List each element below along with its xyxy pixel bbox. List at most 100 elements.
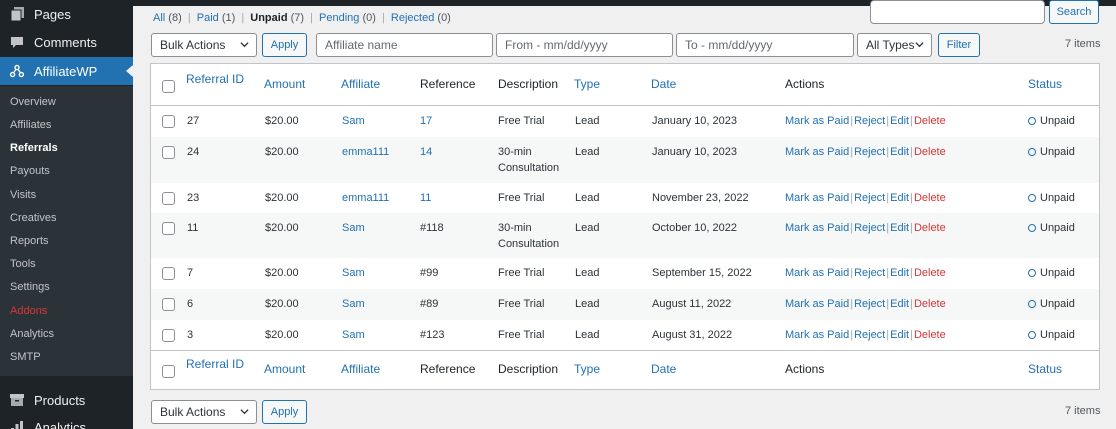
column-amount[interactable]: Amount [264, 77, 305, 91]
affiliate-link[interactable]: emma111 [342, 144, 389, 160]
edit-link[interactable]: Edit [890, 115, 909, 127]
admin-sidebar: Pages Comments AffiliateWP Overview Affi… [0, 0, 133, 429]
column-date[interactable]: Date [651, 362, 676, 376]
row-checkbox[interactable] [162, 146, 175, 159]
column-amount[interactable]: Amount [264, 362, 305, 376]
view-pending-link[interactable]: Pending [319, 12, 359, 24]
mark-as-paid-link[interactable]: Mark as Paid [785, 267, 849, 279]
submenu-item-affiliates[interactable]: Affiliates [10, 117, 51, 133]
view-all-link[interactable]: All [153, 12, 165, 24]
reject-link[interactable]: Reject [854, 146, 885, 158]
mark-as-paid-link[interactable]: Mark as Paid [785, 146, 849, 158]
submenu-item-settings[interactable]: Settings [10, 279, 50, 295]
delete-link[interactable]: Delete [914, 146, 946, 158]
submenu-item-analytics[interactable]: Analytics [10, 326, 54, 342]
type-filter-select[interactable]: All Types [857, 33, 932, 57]
description-line: 30-min [498, 146, 532, 158]
submenu-item-overview[interactable]: Overview [10, 94, 56, 110]
edit-link[interactable]: Edit [890, 146, 909, 158]
column-type[interactable]: Type [574, 77, 600, 91]
reference[interactable]: 14 [420, 144, 432, 160]
edit-link[interactable]: Edit [890, 192, 909, 204]
reject-link[interactable]: Reject [854, 222, 885, 234]
edit-link[interactable]: Edit [890, 329, 909, 341]
submenu-item-reports[interactable]: Reports [10, 233, 49, 249]
mark-as-paid-link[interactable]: Mark as Paid [785, 329, 849, 341]
sidebar-item-affiliatewp[interactable]: AffiliateWP [0, 57, 133, 85]
affiliate-link[interactable]: Sam [342, 265, 365, 281]
sidebar-item-analytics[interactable]: Analytics [0, 413, 133, 429]
row-checkbox[interactable] [162, 115, 175, 128]
affiliate-link[interactable]: Sam [342, 327, 365, 343]
sidebar-item-pages[interactable]: Pages [0, 0, 133, 28]
view-rejected-link[interactable]: Rejected [391, 12, 434, 24]
date-from-input[interactable]: From - mm/dd/yyyy [496, 33, 673, 57]
row-checkbox[interactable] [162, 192, 175, 205]
affiliate-name-input[interactable]: Affiliate name [316, 33, 493, 57]
delete-link[interactable]: Delete [914, 222, 946, 234]
row-checkbox[interactable] [162, 267, 175, 280]
submenu-item-addons[interactable]: Addons [10, 303, 47, 319]
apply-button-top[interactable]: Apply [262, 33, 307, 57]
referrals-page: All (8) | Paid (1) | Unpaid (7) | Pendin… [133, 0, 1116, 429]
date-to-input[interactable]: To - mm/dd/yyyy [676, 33, 854, 57]
column-referral-id[interactable]: Referral ID [186, 357, 244, 371]
affiliate-link[interactable]: Sam [342, 113, 365, 129]
sidebar-item-products[interactable]: Products [0, 386, 133, 414]
edit-link[interactable]: Edit [890, 222, 909, 234]
delete-link[interactable]: Delete [914, 298, 946, 310]
submenu-item-referrals[interactable]: Referrals [10, 140, 58, 156]
view-paid-link[interactable]: Paid [197, 12, 219, 24]
reject-link[interactable]: Reject [854, 115, 885, 127]
edit-link[interactable]: Edit [890, 298, 909, 310]
column-affiliate[interactable]: Affiliate [341, 77, 380, 91]
reference[interactable]: 11 [420, 190, 431, 206]
delete-link[interactable]: Delete [914, 192, 946, 204]
submenu-item-payouts[interactable]: Payouts [10, 163, 50, 179]
row-checkbox[interactable] [162, 298, 175, 311]
delete-link[interactable]: Delete [914, 329, 946, 341]
reject-link[interactable]: Reject [854, 267, 885, 279]
search-input[interactable] [870, 0, 1045, 24]
column-referral-id[interactable]: Referral ID [186, 72, 244, 86]
affiliate-link[interactable]: emma111 [342, 190, 389, 206]
select-all-checkbox[interactable] [162, 80, 175, 93]
column-affiliate[interactable]: Affiliate [341, 362, 380, 376]
bulk-actions-select-top[interactable]: Bulk Actions [151, 33, 257, 57]
submenu-item-smtp[interactable]: SMTP [10, 349, 41, 365]
search-button[interactable]: Search [1049, 0, 1099, 24]
date: August 31, 2022 [652, 329, 733, 341]
delete-link[interactable]: Delete [914, 267, 946, 279]
column-date[interactable]: Date [651, 77, 676, 91]
apply-button-bottom[interactable]: Apply [262, 400, 307, 424]
reference[interactable]: 17 [420, 113, 432, 129]
status-circle-icon [1028, 148, 1036, 156]
column-status[interactable]: Status [1028, 77, 1062, 91]
row-checkbox[interactable] [162, 329, 175, 342]
sidebar-item-comments[interactable]: Comments [0, 28, 133, 56]
column-status[interactable]: Status [1028, 362, 1062, 376]
mark-as-paid-link[interactable]: Mark as Paid [785, 115, 849, 127]
mark-as-paid-link[interactable]: Mark as Paid [785, 222, 849, 234]
column-type[interactable]: Type [574, 362, 600, 376]
affiliate-link[interactable]: Sam [342, 220, 365, 236]
affiliate-link[interactable]: Sam [342, 296, 365, 312]
reject-link[interactable]: Reject [854, 298, 885, 310]
filter-button[interactable]: Filter [938, 33, 980, 57]
mark-as-paid-link[interactable]: Mark as Paid [785, 298, 849, 310]
reject-link[interactable]: Reject [854, 192, 885, 204]
reject-link[interactable]: Reject [854, 329, 885, 341]
affiliatewp-submenu: Overview Affiliates Referrals Payouts Vi… [0, 86, 133, 376]
select-all-checkbox-footer[interactable] [162, 365, 175, 378]
submenu-item-tools[interactable]: Tools [10, 256, 36, 272]
mark-as-paid-link[interactable]: Mark as Paid [785, 192, 849, 204]
row-checkbox[interactable] [162, 222, 175, 235]
delete-link[interactable]: Delete [914, 115, 946, 127]
view-unpaid-current[interactable]: Unpaid [250, 12, 287, 24]
submenu-item-visits[interactable]: Visits [10, 187, 36, 203]
type: Lead [575, 267, 600, 279]
submenu-item-creatives[interactable]: Creatives [10, 210, 56, 226]
pages-icon [10, 7, 24, 21]
bulk-actions-select-bottom[interactable]: Bulk Actions [151, 400, 257, 424]
edit-link[interactable]: Edit [890, 267, 909, 279]
